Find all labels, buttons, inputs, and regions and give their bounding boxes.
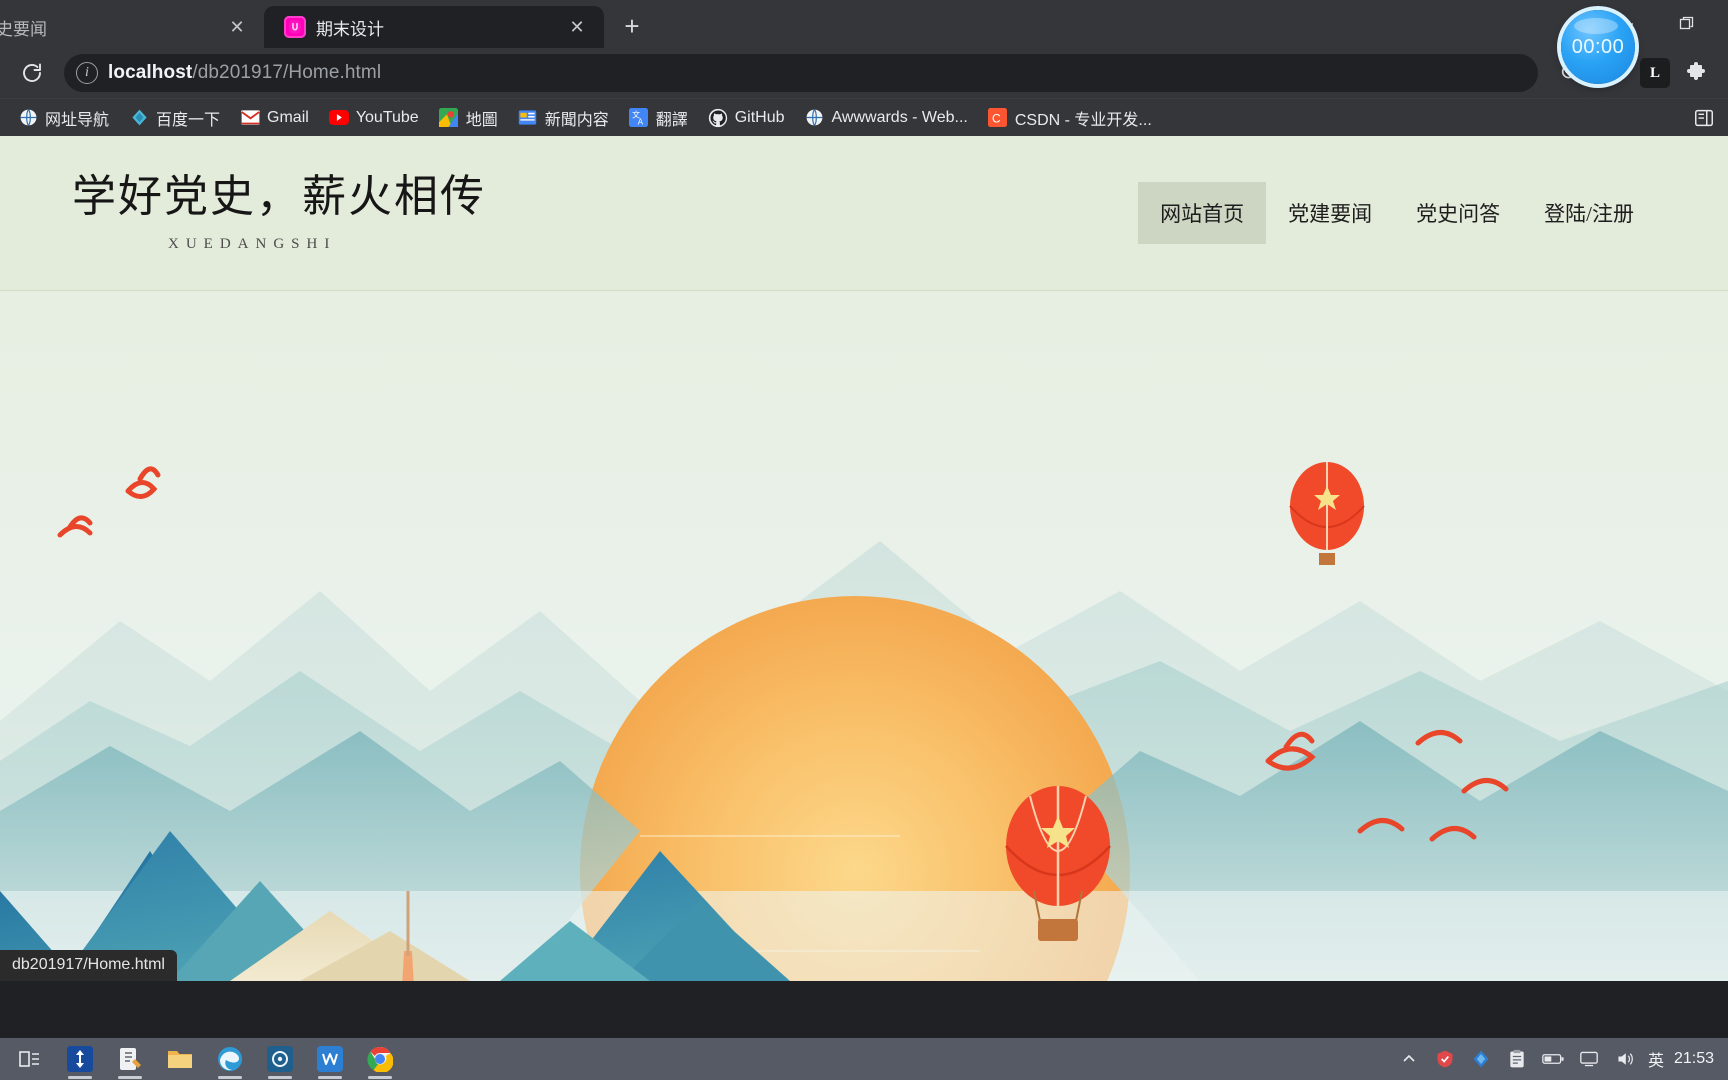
new-tab-button[interactable]: +	[612, 6, 652, 46]
globe-icon	[805, 108, 825, 128]
browser-tab-1[interactable]: 史要闻 ✕	[0, 6, 264, 48]
bookmark-item[interactable]: 文A 翻譯	[621, 102, 696, 134]
hero-illustration: db201917/Home.html	[0, 291, 1728, 981]
bookmark-item[interactable]: Gmail	[232, 104, 317, 132]
bookmarks-bar: 网址导航 百度一下 Gmail YouTube 地圖 新聞内容 文 A 翻譯 G…	[0, 98, 1728, 136]
bookmark-item[interactable]: 新聞内容	[510, 102, 617, 134]
chrome-icon[interactable]	[356, 1039, 404, 1079]
svg-text:C: C	[992, 111, 1001, 125]
network-icon[interactable]	[1576, 1046, 1602, 1072]
edge-icon[interactable]	[206, 1039, 254, 1079]
system-tray: 英 21:53	[1396, 1046, 1722, 1072]
translate-icon: 文A	[629, 108, 649, 128]
editor-icon[interactable]	[106, 1039, 154, 1079]
tab-strip: 史要闻 ✕ 期末设计 ✕ +	[0, 0, 1728, 48]
ime-indicator[interactable]: 英	[1648, 1047, 1664, 1071]
site-header: 学好党史，薪火相传 XUEDANGSHI 网站首页 党建要闻 党史问答 登陆/注…	[0, 136, 1728, 291]
recorder-time: 00:00	[1571, 35, 1625, 58]
battery-icon[interactable]	[1540, 1046, 1566, 1072]
screen-recorder-timer[interactable]: 00:00	[1561, 10, 1635, 84]
url-host: localhost	[108, 62, 193, 83]
url-path: /db201917/Home.html	[192, 62, 382, 83]
chevron-up-icon[interactable]	[1396, 1046, 1422, 1072]
bookmark-item[interactable]: GitHub	[700, 104, 793, 132]
bookmark-label: Gmail	[267, 108, 309, 126]
bookmark-label: 百度一下	[156, 111, 221, 129]
close-icon[interactable]: ✕	[224, 14, 250, 40]
csdn-icon: C	[988, 108, 1008, 128]
bookmark-item[interactable]: 百度一下	[121, 102, 228, 134]
news-icon	[518, 108, 538, 128]
reload-icon[interactable]	[14, 55, 50, 91]
puzzle-piece-icon[interactable]	[1678, 55, 1714, 91]
tab-title: 史要闻	[0, 19, 47, 39]
brand: 学好党史，薪火相传 XUEDANGSHI	[72, 172, 486, 252]
youtube-icon	[328, 108, 349, 128]
clipboard-icon[interactable]	[1504, 1046, 1530, 1072]
bookmark-item[interactable]: C CSDN - 专业开发...	[980, 102, 1160, 134]
page-title: 学好党史，薪火相传	[72, 172, 486, 222]
pink-app-icon	[284, 16, 306, 38]
clock[interactable]: 21:53	[1674, 1050, 1714, 1068]
browser-tab-2[interactable]: 期末设计 ✕	[264, 6, 604, 48]
browser-toolbar: i localhost/db201917/Home.html L	[0, 48, 1728, 98]
nav-item-party-news[interactable]: 党建要闻	[1266, 182, 1394, 244]
tab-title: 期末设计	[316, 19, 384, 39]
maps-icon	[439, 108, 459, 128]
baidu-icon	[129, 108, 149, 128]
bookmark-item[interactable]: Awwwards - Web...	[797, 104, 976, 132]
brand-subtitle: XUEDANGSHI	[168, 235, 337, 252]
nav-item-party-history-qa[interactable]: 党史问答	[1394, 182, 1522, 244]
bookmark-item[interactable]: 网址导航	[10, 102, 117, 134]
bookmark-item[interactable]: YouTube	[321, 104, 427, 132]
shield-red-icon[interactable]	[1432, 1046, 1458, 1072]
screen: 史要闻 ✕ 期末设计 ✕ + i localhost/db201917/Home…	[0, 0, 1728, 1080]
bookmark-label: CSDN - 专业开发...	[1014, 111, 1152, 129]
volume-icon[interactable]	[1612, 1046, 1638, 1072]
browser-window: 史要闻 ✕ 期末设计 ✕ + i localhost/db201917/Home…	[0, 0, 1728, 1038]
main-nav: 网站首页 党建要闻 党史问答 登陆/注册	[1138, 182, 1656, 244]
task-view-icon[interactable]	[6, 1039, 54, 1079]
circle-tool-icon[interactable]	[256, 1039, 304, 1079]
blue-arrows-icon[interactable]	[56, 1039, 104, 1079]
diamond-blue-icon[interactable]	[1468, 1046, 1494, 1072]
bookmark-item[interactable]: 地圖	[431, 102, 506, 134]
bookmark-label: 网址导航	[45, 111, 110, 129]
bookmark-label: YouTube	[355, 108, 419, 126]
svg-text:A: A	[638, 118, 644, 127]
bookmark-label: 新聞内容	[544, 111, 609, 129]
bookmark-label: 翻譯	[655, 111, 688, 129]
close-icon[interactable]: ✕	[564, 14, 590, 40]
address-bar[interactable]: i localhost/db201917/Home.html	[64, 54, 1538, 92]
wps-icon[interactable]	[306, 1039, 354, 1079]
folder-icon[interactable]	[156, 1039, 204, 1079]
bookmark-label: 地圖	[465, 111, 498, 129]
nav-item-login-register[interactable]: 登陆/注册	[1522, 182, 1656, 244]
windows-taskbar: 英 21:53	[0, 1038, 1728, 1080]
github-icon	[708, 108, 728, 128]
status-bar-link: db201917/Home.html	[0, 950, 177, 981]
globe-icon	[18, 108, 38, 128]
web-page: 学好党史，薪火相传 XUEDANGSHI 网站首页 党建要闻 党史问答 登陆/注…	[0, 136, 1728, 1038]
reading-list-icon[interactable]	[1690, 104, 1718, 132]
info-circle-icon[interactable]: i	[76, 62, 98, 84]
url-text: localhost/db201917/Home.html	[108, 62, 381, 84]
bookmark-label: GitHub	[734, 108, 785, 126]
nav-item-home[interactable]: 网站首页	[1138, 182, 1267, 244]
extension-badge[interactable]: L	[1640, 58, 1670, 88]
bookmark-label: Awwwards - Web...	[831, 108, 968, 126]
hero-artwork	[0, 291, 1728, 981]
gmail-icon	[240, 108, 260, 128]
maximize-button[interactable]	[1666, 7, 1708, 41]
